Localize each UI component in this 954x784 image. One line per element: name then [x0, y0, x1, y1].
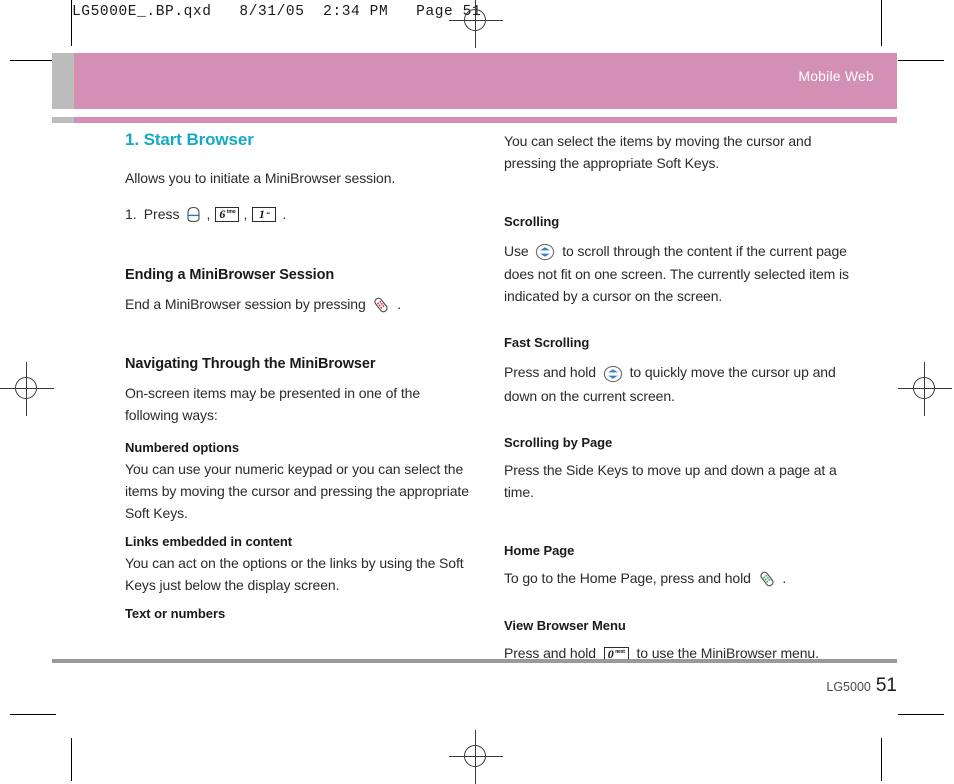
heading-view-browser-menu: View Browser Menu	[504, 617, 626, 633]
heading-links-embedded: Links embedded in content	[125, 534, 293, 550]
step-press-keys: 1. Press , 6 tmo , 1 •• .	[125, 203, 475, 225]
heading-ending-session: Ending a MiniBrowser Session	[125, 267, 335, 283]
fast-scrolling-text-before: Press and hold	[504, 364, 596, 381]
header-accent-rule	[52, 117, 897, 123]
step-separator-2: ,	[243, 206, 248, 222]
footer-rule	[52, 659, 897, 663]
section-title: 1. Start Browser	[125, 130, 254, 149]
numbered-options-paragraph: You can use your numeric keypad or you c…	[125, 461, 469, 522]
ending-session-text-before: End a MiniBrowser session by pressing	[125, 296, 366, 312]
end-key-icon	[369, 294, 393, 316]
left-text-column: 1. Start Browser Allows you to initiate …	[125, 130, 475, 624]
crop-mark-top-left-vertical	[71, 0, 72, 46]
registration-mark-right-icon	[898, 362, 952, 416]
right-text-column: You can select the items by moving the c…	[504, 130, 854, 664]
step-separator-1: ,	[206, 206, 211, 222]
crop-mark-right-bottom-horizontal	[898, 714, 944, 715]
crop-mark-right-top-horizontal	[898, 60, 944, 61]
header-rule-gray-tab	[52, 117, 74, 123]
crop-mark-left-bottom-horizontal	[10, 714, 56, 715]
nav-wheel-key-icon	[600, 363, 626, 385]
heading-fast-scrolling: Fast Scrolling	[504, 335, 590, 351]
continued-paragraph: You can select the items by moving the c…	[504, 133, 812, 171]
crop-mark-bottom-left-vertical	[71, 738, 72, 781]
heading-numbered-options: Numbered options	[125, 440, 240, 456]
heading-home-page: Home Page	[504, 542, 575, 558]
crop-mark-left-top-horizontal	[10, 60, 56, 61]
step-verb: Press	[143, 206, 180, 222]
menu-ok-key-icon	[184, 203, 203, 225]
links-embedded-paragraph: You can act on the options or the links …	[125, 555, 464, 594]
navigating-paragraph: On-screen items may be presented in one …	[125, 385, 421, 424]
heading-scrolling-by-page: Scrolling by Page	[504, 434, 613, 450]
registration-mark-bottom-icon	[449, 730, 503, 784]
step-number: 1.	[125, 206, 137, 222]
step-terminator: .	[282, 206, 287, 222]
header-pink-fill	[74, 53, 897, 109]
heading-scrolling: Scrolling	[504, 214, 560, 229]
heading-text-or-numbers: Text or numbers	[125, 606, 226, 622]
heading-navigating: Navigating Through the MiniBrowser	[125, 356, 376, 373]
home-page-text-after: .	[782, 569, 787, 586]
six-key-label: tmo	[226, 208, 236, 215]
scrolling-paragraph: Use to scroll through the content if the…	[504, 240, 854, 307]
ending-session-text-after: .	[397, 296, 402, 312]
send-key-icon	[755, 568, 779, 590]
header-rule-pink-fill	[74, 117, 897, 123]
page-title: Mobile Web	[798, 68, 874, 84]
proof-slug-line: LG5000E_.BP.qxd 8/31/05 2:34 PM Page 51	[72, 4, 482, 20]
scrolling-text-before: Use	[504, 243, 529, 259]
footer: LG5000 51	[826, 676, 897, 695]
home-page-text-before: To go to the Home Page, press and hold	[504, 569, 751, 586]
crop-mark-bottom-right-vertical	[881, 738, 882, 781]
home-page-paragraph: To go to the Home Page, press and hold .	[504, 567, 854, 590]
footer-page-number: 51	[875, 675, 897, 696]
registration-mark-left-icon	[0, 362, 54, 416]
one-key-digit: 1	[258, 207, 265, 221]
registration-mark-top-icon	[449, 0, 503, 48]
six-key-digit: 6	[219, 207, 226, 221]
footer-brand: LG5000	[826, 680, 871, 694]
crop-mark-top-right-vertical	[881, 0, 882, 46]
header-gray-tab	[52, 53, 74, 109]
six-tmo-key-icon: 6 tmo	[215, 206, 240, 222]
intro-paragraph: Allows you to initiate a MiniBrowser ses…	[125, 170, 396, 186]
zero-key-label: next	[615, 648, 625, 655]
fast-scrolling-paragraph: Press and hold to quickly move the curso…	[504, 361, 854, 406]
one-key-icon: 1 ••	[252, 206, 277, 222]
scrolling-by-page-paragraph: Press the Side Keys to move up and down …	[504, 461, 837, 500]
one-key-label: ••	[266, 210, 270, 217]
nav-wheel-key-icon	[532, 241, 558, 263]
ending-session-paragraph: End a MiniBrowser session by pressing .	[125, 293, 475, 316]
page-header-band: Mobile Web	[52, 53, 897, 109]
